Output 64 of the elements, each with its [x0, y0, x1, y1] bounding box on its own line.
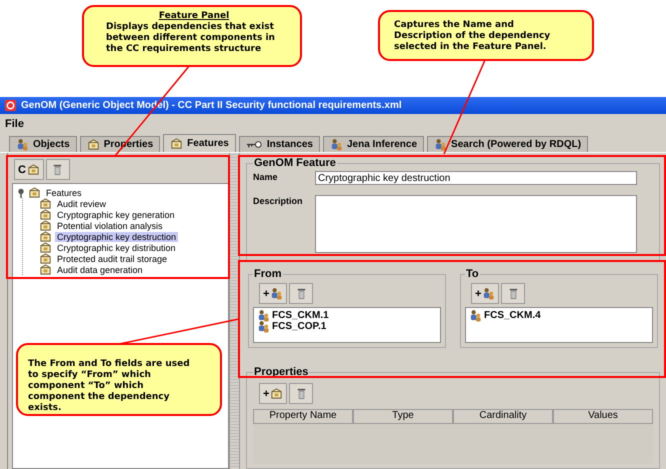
list-item[interactable]: FCS_CKM.1 [272, 310, 329, 321]
tab[interactable]: Jena Inference [322, 136, 424, 152]
tree-item[interactable]: Potential violation analysis [55, 220, 165, 230]
tree-item[interactable]: Audit review [55, 198, 108, 208]
box-icon [39, 230, 52, 243]
box-icon [28, 186, 41, 199]
box-icon [39, 241, 52, 254]
field-label: Name [253, 171, 279, 183]
delete-button[interactable] [289, 383, 314, 404]
key-icon [246, 138, 263, 151]
group-title: From [253, 268, 282, 280]
people-icon [257, 320, 270, 333]
column-header[interactable]: Property Name [253, 409, 353, 424]
tab[interactable]: Instances [238, 136, 320, 152]
field-label: Description [253, 194, 304, 206]
app-icon [4, 99, 17, 112]
add-button[interactable]: + [471, 283, 500, 304]
people-icon [434, 138, 448, 151]
delete-button[interactable] [46, 159, 70, 180]
tab[interactable]: Search (Powered by RDQL) [427, 136, 588, 152]
add-button[interactable]: C [14, 159, 44, 180]
list-item[interactable]: FCS_COP.1 [272, 321, 326, 332]
box-icon [86, 138, 100, 151]
box-icon [39, 252, 52, 265]
delete-button[interactable] [289, 283, 314, 304]
group-title: Properties [253, 366, 310, 378]
callout-text: Captures the Name and Description of the dependency selected in the Feature Panel. [394, 20, 552, 53]
add-button[interactable]: + [259, 283, 288, 304]
box-icon [39, 208, 52, 221]
box-icon [26, 163, 40, 176]
column-header[interactable]: Values [553, 409, 653, 424]
group-title: To [465, 268, 480, 280]
callout-title: Feature Panel [158, 11, 230, 22]
tree-item[interactable]: Protected audit trail storage [55, 254, 170, 264]
people-icon [270, 287, 284, 300]
tab[interactable]: Features [163, 134, 236, 152]
box-icon [39, 263, 52, 276]
menu-item[interactable]: File [5, 118, 24, 130]
tree-item[interactable]: Cryptographic key destruction [55, 232, 178, 242]
people-icon [16, 138, 29, 151]
people-icon [257, 309, 270, 322]
add-button[interactable]: + [259, 383, 288, 404]
box-icon [39, 219, 52, 232]
tab[interactable]: Objects [9, 136, 77, 152]
group-title: GenOM Feature [253, 157, 337, 169]
delete-button[interactable] [501, 283, 526, 304]
people-icon [482, 287, 496, 300]
name-field[interactable]: Cryptographic key destruction [315, 171, 637, 185]
description-field[interactable] [315, 194, 637, 252]
callout-text: The From and To fields are used to specify “From” which component “To” which component the dependency exists. [28, 359, 191, 414]
tree-item[interactable]: Features [44, 188, 84, 198]
list-item[interactable]: FCS_CKM.4 [484, 310, 541, 321]
tree-item[interactable]: Cryptographic key distribution [55, 242, 178, 252]
box-icon [270, 387, 284, 400]
column-header[interactable]: Cardinality [453, 409, 553, 424]
expand-handle-icon[interactable] [17, 188, 25, 198]
box-icon [39, 197, 52, 210]
tree-item[interactable]: Cryptographic key generation [55, 210, 177, 220]
column-header[interactable]: Type [353, 409, 453, 424]
people-icon [469, 309, 482, 322]
tree-item[interactable]: Audit data generation [55, 264, 145, 274]
people-icon [330, 138, 343, 151]
box-icon [170, 137, 184, 150]
callout-text: Displays dependencies that exist between different components in the CC requirements structure [106, 22, 276, 55]
